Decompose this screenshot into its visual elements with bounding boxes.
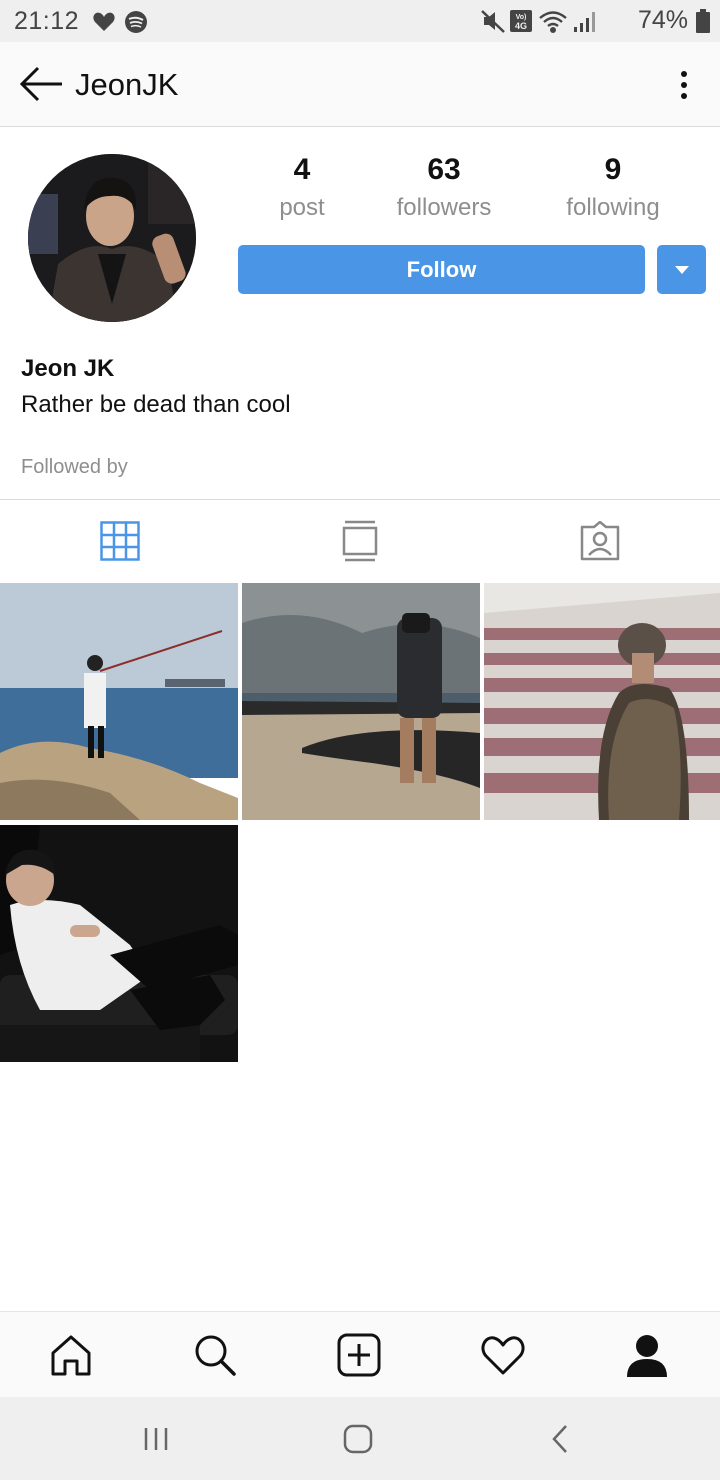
feed-icon bbox=[342, 520, 378, 562]
status-time: 21:12 bbox=[14, 7, 80, 35]
battery-icon bbox=[696, 8, 710, 33]
post-thumbnail[interactable] bbox=[242, 583, 480, 820]
home-icon bbox=[51, 1335, 91, 1376]
bottom-navigation bbox=[0, 1311, 720, 1398]
add-post-icon bbox=[337, 1333, 381, 1377]
status-left-icons bbox=[92, 9, 152, 40]
search-icon bbox=[195, 1335, 236, 1376]
system-back-button[interactable] bbox=[535, 1419, 585, 1459]
posts-stat[interactable]: 4 post bbox=[227, 150, 377, 226]
divider bbox=[0, 499, 720, 500]
posts-count: 4 bbox=[293, 153, 311, 186]
wifi-icon bbox=[539, 10, 567, 33]
followers-count: 63 bbox=[427, 153, 461, 186]
profile-full-name: Jeon JK bbox=[21, 355, 115, 382]
volte-icon: Vo) 4G bbox=[509, 9, 532, 32]
posts-label: post bbox=[279, 194, 325, 221]
following-count: 9 bbox=[604, 153, 622, 186]
tab-feed[interactable] bbox=[240, 510, 480, 572]
following-label: following bbox=[566, 194, 660, 221]
nav-profile[interactable] bbox=[622, 1330, 672, 1380]
followers-label: followers bbox=[396, 194, 492, 221]
recent-apps-icon bbox=[144, 1428, 168, 1450]
nav-activity[interactable] bbox=[478, 1330, 528, 1380]
spotify-icon bbox=[125, 11, 147, 33]
tagged-icon bbox=[580, 521, 620, 561]
heart-icon bbox=[93, 12, 115, 31]
home-button[interactable] bbox=[333, 1419, 383, 1459]
followed-by-label[interactable]: Followed by bbox=[21, 456, 128, 479]
follow-button[interactable]: Follow bbox=[238, 245, 645, 294]
system-back-icon bbox=[552, 1425, 567, 1453]
more-vertical-icon bbox=[681, 71, 687, 99]
post-thumbnail[interactable] bbox=[0, 583, 238, 820]
profile-username: JeonJK bbox=[75, 67, 179, 102]
mute-icon bbox=[481, 9, 505, 33]
following-stat[interactable]: 9 following bbox=[538, 150, 688, 226]
photo-beach-rocks bbox=[242, 583, 480, 820]
recent-apps-button[interactable] bbox=[131, 1419, 181, 1459]
photo-stadium-seats bbox=[484, 583, 720, 820]
more-options-button[interactable] bbox=[676, 68, 692, 102]
chevron-down-icon bbox=[674, 265, 689, 274]
post-thumbnail[interactable] bbox=[0, 825, 238, 1062]
status-right-icons: Vo) 4G 74% bbox=[480, 6, 710, 35]
home-button-icon bbox=[343, 1424, 373, 1454]
back-arrow-icon bbox=[19, 66, 62, 102]
photo-fishing-on-rocks bbox=[0, 583, 238, 820]
nav-new-post[interactable] bbox=[334, 1330, 384, 1380]
activity-heart-icon bbox=[481, 1336, 525, 1375]
nav-home[interactable] bbox=[46, 1330, 96, 1380]
profile-icon bbox=[627, 1335, 667, 1377]
suggested-accounts-button[interactable] bbox=[657, 245, 706, 294]
grid-icon bbox=[100, 521, 140, 561]
nav-search[interactable] bbox=[190, 1330, 240, 1380]
profile-top-bar: JeonJK bbox=[0, 42, 720, 127]
profile-avatar[interactable] bbox=[28, 154, 196, 322]
svg-text:Vo): Vo) bbox=[516, 14, 527, 21]
back-button[interactable] bbox=[18, 64, 64, 104]
tab-grid[interactable] bbox=[0, 510, 240, 572]
tab-tagged[interactable] bbox=[480, 510, 720, 572]
svg-text:4G: 4G bbox=[515, 21, 527, 31]
status-bar: 21:12 Vo) 4G 74% bbox=[0, 0, 720, 42]
battery-percent: 74% bbox=[637, 6, 688, 34]
signal-icon bbox=[573, 11, 595, 32]
post-thumbnail[interactable] bbox=[484, 583, 720, 820]
photo-on-sofa bbox=[0, 825, 238, 1062]
profile-bio: Rather be dead than cool bbox=[21, 391, 291, 418]
followers-stat[interactable]: 63 followers bbox=[369, 150, 519, 226]
system-navigation-bar bbox=[0, 1397, 720, 1480]
